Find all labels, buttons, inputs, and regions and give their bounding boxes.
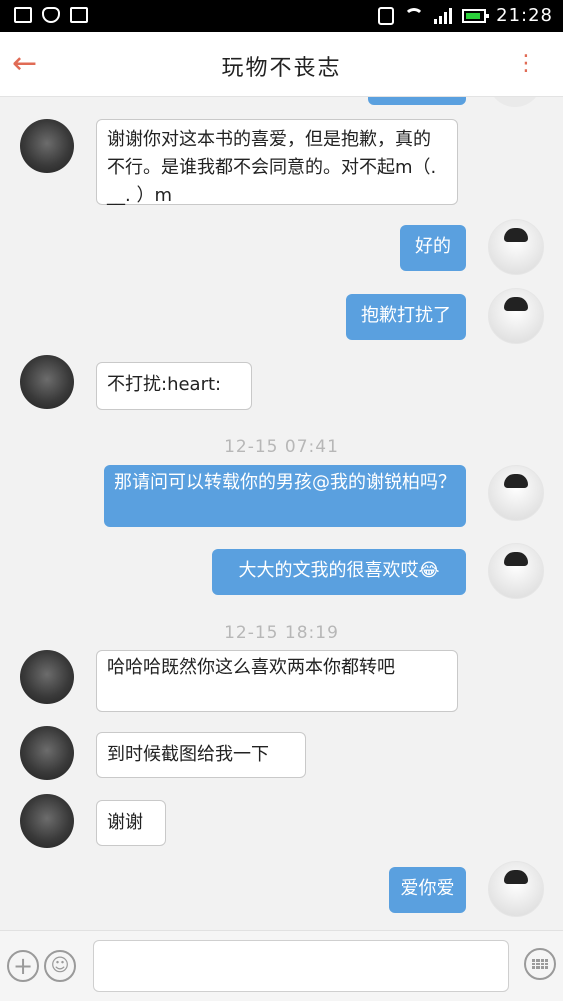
message-text: 好的 [415, 236, 451, 257]
message-text: 爱你爱 [400, 878, 455, 899]
avatar[interactable] [20, 726, 74, 780]
wifi-icon [404, 7, 425, 24]
chat-header: ← 玩物不丧志 ⋮ [0, 32, 563, 97]
message-bubble: 那请问可以转载你的男孩@我的谢锐柏吗？ [104, 465, 466, 527]
avatar[interactable] [20, 355, 74, 409]
avatar[interactable] [20, 650, 74, 704]
chat-area[interactable]: 谢谢你对这本书的喜爱，但是抱歉，真的不行。是谁我都不会同意的。对不起m（. __… [0, 97, 563, 930]
input-bar: + ☺ [0, 930, 563, 1001]
message-text: 不打扰:heart: [107, 374, 222, 395]
status-left-icons [14, 7, 88, 23]
chat-title: 玩物不丧志 [221, 56, 342, 81]
message-bubble: 爱你爱 [389, 867, 466, 913]
message-bubble: 好的 [400, 225, 466, 271]
message-text: 谢谢你对这本书的喜爱，但是抱歉，真的不行。是谁我都不会同意的。对不起m（. __… [107, 129, 437, 206]
signal-icon [434, 7, 453, 24]
message-input[interactable] [93, 940, 509, 992]
message-bubble: 抱歉打扰了 [346, 294, 466, 340]
avatar[interactable] [488, 219, 544, 275]
smile-icon[interactable]: ☺ [44, 950, 76, 982]
message-bubble: 谢谢你对这本书的喜爱，但是抱歉，真的不行。是谁我都不会同意的。对不起m（. __… [96, 119, 458, 206]
message-bubble: 到时候截图给我一下 [96, 732, 306, 778]
message-bubble: 大大的文我的很喜欢哎😂 [212, 549, 466, 595]
plus-square-icon [70, 7, 88, 23]
status-right-icons: 21:28 [378, 5, 553, 26]
status-time: 21:28 [496, 5, 553, 26]
avatar[interactable] [488, 288, 544, 344]
plus-circle-icon[interactable]: + [7, 950, 39, 982]
avatar[interactable] [488, 861, 544, 917]
timestamp: 12-15 07:41 [224, 437, 339, 457]
more-vertical-icon[interactable]: ⋮ [515, 50, 537, 78]
message-text: 大大的文我的很喜欢哎😂 [238, 560, 440, 581]
keyboard-icon[interactable] [524, 948, 556, 980]
message-text: 谢谢 [107, 812, 143, 833]
message-text: 抱歉打扰了 [361, 305, 451, 326]
battery-icon [462, 8, 490, 23]
avatar[interactable] [488, 465, 544, 521]
status-bar: 21:28 [0, 0, 563, 32]
avatar[interactable] [20, 119, 74, 173]
message-bubble-partial [368, 97, 466, 105]
message-text: 到时候截图给我一下 [107, 744, 269, 765]
avatar[interactable] [20, 794, 74, 848]
image-icon [14, 7, 32, 23]
avatar[interactable] [488, 543, 544, 599]
message-text: 哈哈哈既然你这么喜欢两本你都转吧 [107, 657, 395, 678]
message-text: 那请问可以转载你的男孩@我的谢锐柏吗？ [114, 472, 456, 493]
message-bubble: 不打扰:heart: [96, 362, 252, 410]
avatar-partial [488, 97, 542, 107]
message-bubble: 哈哈哈既然你这么喜欢两本你都转吧 [96, 650, 458, 712]
timestamp: 12-15 18:19 [224, 623, 339, 643]
message-bubble: 谢谢 [96, 800, 166, 846]
shield-icon [42, 7, 60, 23]
silent-icon [378, 6, 395, 25]
